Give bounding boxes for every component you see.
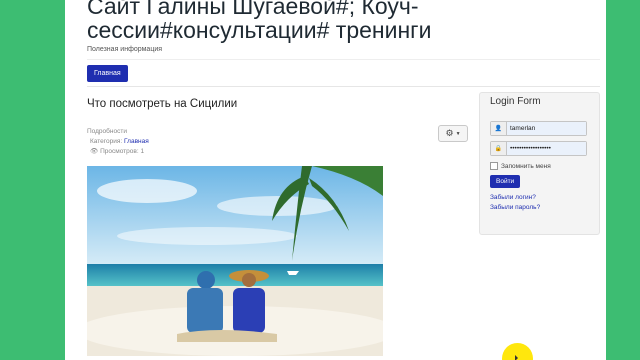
password-field[interactable]: 🔒 •••••••••••••••••• [490,141,587,156]
category-line: Категория: Главная [90,138,149,145]
password-value[interactable]: •••••••••••••••••• [507,142,586,155]
forgot-login-link[interactable]: Забыли логин? [490,194,536,201]
views-line: 👁 Просмотров: 1 [90,147,144,155]
category-link[interactable]: Главная [124,138,149,145]
details-label: Подробности [87,128,127,135]
header-divider [87,59,600,60]
site-description: Полезная информация [87,46,163,53]
remember-checkbox[interactable] [490,162,498,170]
category-label: Категория: [90,138,123,145]
lock-icon: 🔒 [491,142,507,155]
article-image [87,166,383,356]
views-count: Просмотров: 1 [100,148,145,155]
login-submit-button[interactable]: Войти [490,175,521,188]
article-title[interactable]: Что посмотреть на Сицилии [87,98,237,110]
user-icon: 👤 [491,122,507,135]
username-value[interactable]: tamerlan [507,122,586,135]
caret-down-icon: ▼ [455,130,461,137]
remember-label: Запомнить меня [501,162,551,170]
remember-me[interactable]: Запомнить меня [490,162,551,170]
nav-divider [87,86,600,87]
forgot-password-link[interactable]: Забыли пароль? [490,204,540,211]
gear-icon: ⚙ [445,128,454,138]
site-title: Сайт Галины Шугаевой#; Коуч-сессии#консу… [87,0,432,43]
username-field[interactable]: 👤 tamerlan [490,121,587,136]
page-container: Сайт Галины Шугаевой#; Коуч-сессии#консу… [65,0,606,360]
login-module: Login Form 👤 tamerlan 🔒 ••••••••••••••••… [479,92,600,235]
eye-icon: 👁 [90,148,99,155]
cursor-arrow-icon [515,355,518,360]
nav-home-button[interactable]: Главная [87,65,128,82]
login-heading: Login Form [490,96,541,107]
article-tools-button[interactable]: ⚙ ▼ [438,125,468,142]
